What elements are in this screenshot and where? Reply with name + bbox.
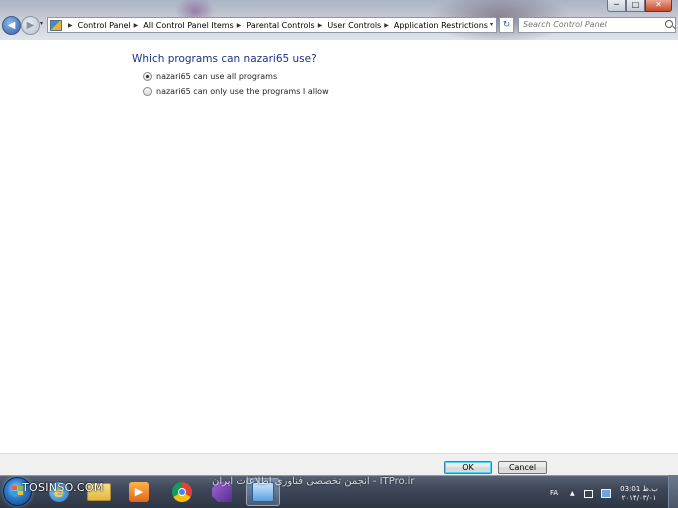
search-input[interactable]: [523, 18, 661, 32]
refresh-button[interactable]: ↻: [499, 17, 514, 33]
tray-expand-icon[interactable]: ▲: [570, 490, 575, 497]
close-button[interactable]: ✕: [645, 0, 672, 12]
option-allow-all-programs[interactable]: nazari65 can use all programs: [143, 72, 277, 81]
forward-button[interactable]: ▶: [21, 16, 40, 35]
language-indicator[interactable]: FA: [550, 489, 558, 497]
chevron-right-icon[interactable]: ▶: [134, 22, 139, 29]
option-allow-selected-programs[interactable]: nazari65 can only use the programs I all…: [143, 87, 329, 96]
maximize-button[interactable]: □: [626, 0, 645, 12]
clock[interactable]: 03:01 ب.ظ ۲۰۱۴/۰۳/۰۱: [616, 485, 662, 503]
breadcrumb-control-panel[interactable]: Control Panel: [78, 21, 131, 30]
back-button[interactable]: ◀: [2, 16, 21, 35]
option-label: nazari65 can only use the programs I all…: [156, 87, 329, 96]
address-bar[interactable]: ▶ Control Panel ▶ All Control Panel Item…: [47, 17, 497, 33]
breadcrumb-parental-controls[interactable]: Parental Controls: [246, 21, 314, 30]
search-icon[interactable]: [665, 20, 673, 28]
watermark-text: ITPro.ir - انجمن تخصصی فناوری اطلاعات ای…: [212, 476, 415, 487]
radio-allow-all[interactable]: [143, 72, 152, 81]
network-icon[interactable]: [601, 489, 611, 498]
action-center-icon[interactable]: [584, 490, 593, 498]
clock-date: ۲۰۱۴/۰۳/۰۱: [621, 494, 657, 502]
cancel-button[interactable]: Cancel: [498, 461, 547, 474]
main-content: Which programs can nazari65 use? nazari6…: [0, 40, 678, 453]
address-dropdown-icon[interactable]: ▾: [490, 21, 493, 28]
window-controls: ─ □ ✕: [607, 0, 672, 12]
show-desktop-button[interactable]: [668, 475, 678, 508]
chevron-right-icon[interactable]: ▶: [384, 22, 389, 29]
chevron-right-icon[interactable]: ▶: [318, 22, 323, 29]
button-bar: OK Cancel: [0, 453, 678, 476]
chrome-icon[interactable]: [165, 478, 199, 506]
option-label: nazari65 can use all programs: [156, 72, 278, 81]
media-player-icon[interactable]: ▶: [122, 478, 156, 506]
breadcrumb-all-control-panel-items[interactable]: All Control Panel Items: [143, 21, 233, 30]
minimize-button[interactable]: ─: [607, 0, 626, 12]
radio-allow-selected[interactable]: [143, 87, 152, 96]
ok-button[interactable]: OK: [444, 461, 492, 474]
chevron-right-icon[interactable]: ▶: [237, 22, 242, 29]
window-header: ─ □ ✕ ◀ ▶ ▾ ▶ Control Panel ▶ All Contro…: [0, 0, 678, 40]
watermark-text: TOSINSO.COM: [22, 481, 104, 494]
page-title: Which programs can nazari65 use?: [132, 53, 317, 65]
chevron-right-icon[interactable]: ▶: [68, 22, 73, 29]
breadcrumb-application-restrictions[interactable]: Application Restrictions: [394, 21, 488, 30]
control-panel-icon: [50, 19, 62, 31]
clock-time: 03:01 ب.ظ: [620, 485, 658, 493]
recent-pages-dropdown[interactable]: ▾: [40, 20, 43, 27]
breadcrumb-user-controls[interactable]: User Controls: [327, 21, 381, 30]
search-box[interactable]: [518, 17, 676, 33]
